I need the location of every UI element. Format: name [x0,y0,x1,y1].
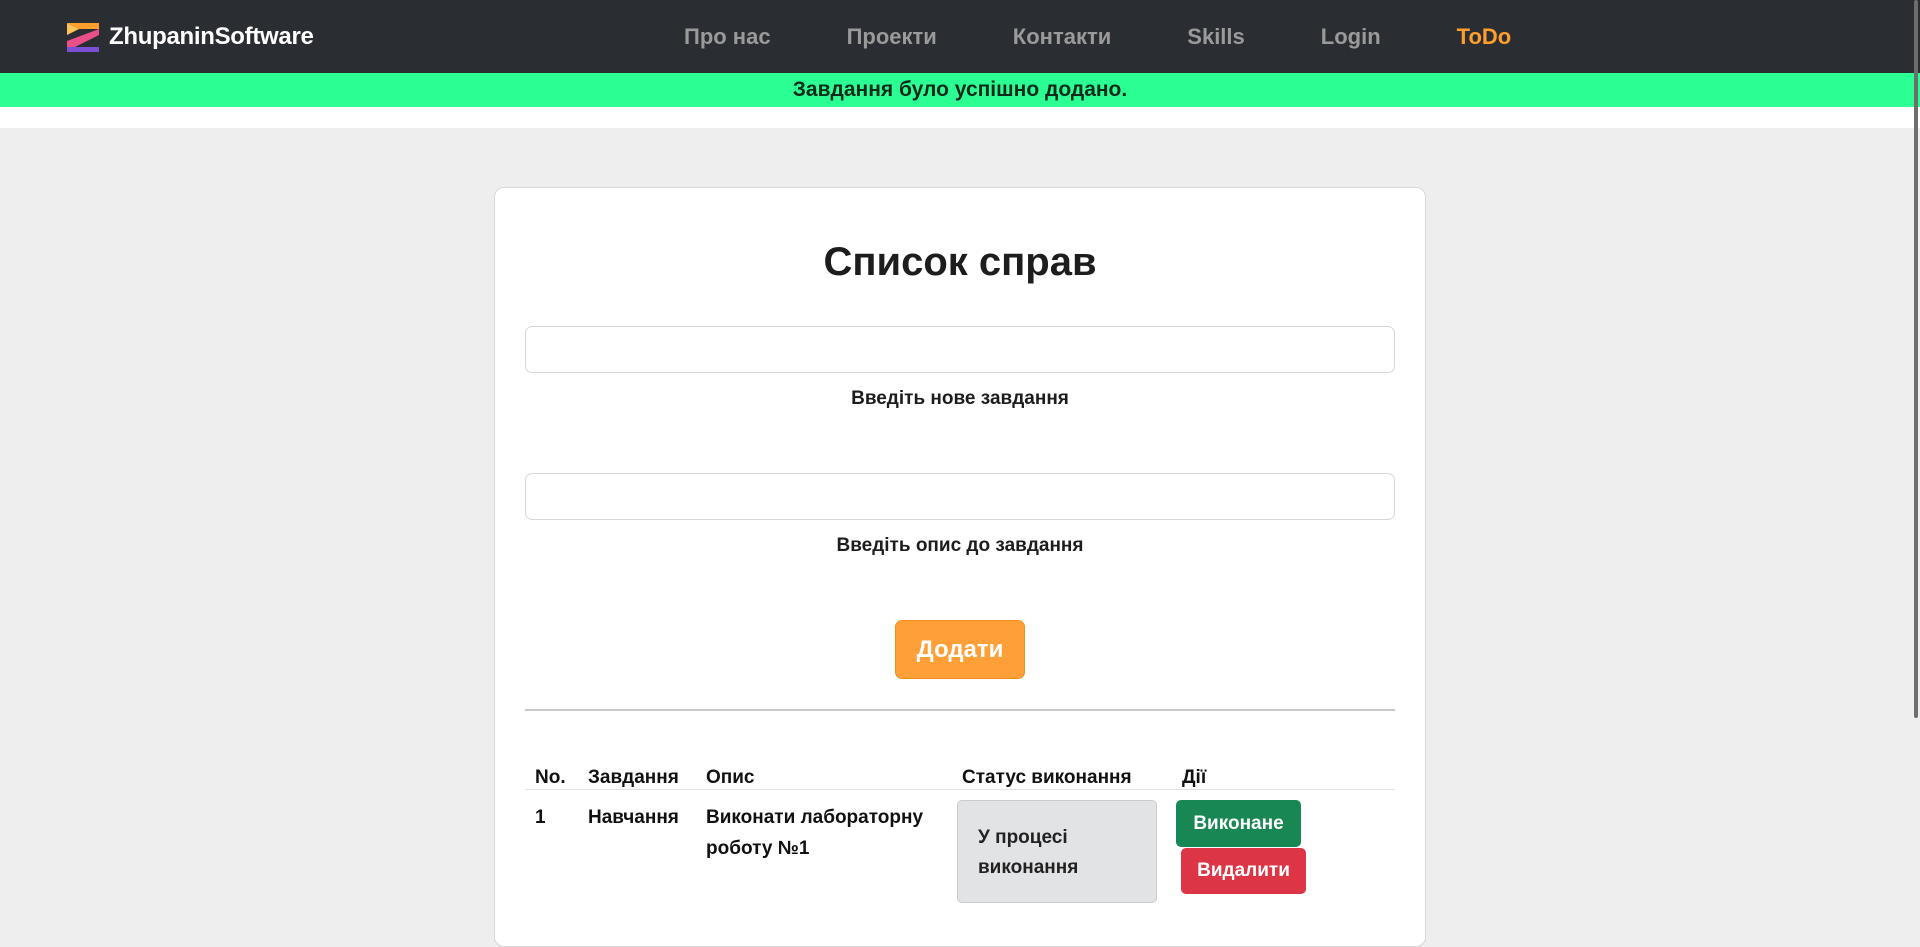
header-task: Завдання [588,767,679,788]
header-description: Опис [706,767,755,788]
row-task: Навчання [588,807,679,828]
nav-link-projects[interactable]: Проекти [847,24,937,50]
todo-table: No. Завдання Опис Статус виконання Дії 1… [525,728,1395,930]
nav-link-skills[interactable]: Skills [1187,24,1244,50]
divider [525,709,1395,711]
success-alert: Завдання було успішно додано. [0,73,1920,107]
table-header: No. Завдання Опис Статус виконання Дії [525,728,1395,790]
page-title: Список справ [823,240,1097,284]
table-row: 1 Навчання Виконати лабораторну роботу №… [525,790,1395,930]
brand-name: ZhupaninSoftware [109,23,314,50]
row-number: 1 [535,807,546,828]
add-task-button[interactable]: Додати [895,620,1025,679]
status-text: У процесі виконання [978,827,1079,878]
nav-link-contacts[interactable]: Контакти [1013,24,1111,50]
description-input-label: Введіть опис до завдання [836,535,1084,556]
header-actions: Дії [1182,767,1207,788]
delete-button[interactable]: Видалити [1181,848,1306,894]
nav-link-about[interactable]: Про нас [684,24,771,50]
header-status: Статус виконання [962,767,1132,788]
main-nav: Про нас Проекти Контакти Skills Login To… [684,22,1511,52]
nav-link-login[interactable]: Login [1321,24,1381,50]
success-alert-message: Завдання було успішно додано. [792,78,1128,101]
task-input-label: Введіть нове завдання [851,388,1069,409]
description-input[interactable] [525,473,1395,520]
navbar: ZhupaninSoftware Про нас Проекти Контакт… [0,0,1920,73]
nav-link-todo[interactable]: ToDo [1457,24,1512,50]
mark-done-button[interactable]: Виконане [1176,800,1301,847]
todo-card: Список справ Введіть нове завдання Введі… [494,187,1426,947]
row-description: Виконати лабораторну роботу №1 [706,807,924,859]
page-scrollbar[interactable] [1908,0,1920,913]
brand-logo-icon [67,23,99,52]
status-badge: У процесі виконання [957,800,1157,903]
header-number: No. [535,767,566,788]
task-input[interactable] [525,326,1395,373]
scrollbar-thumb[interactable] [1914,0,1918,718]
alert-spacer [0,107,1920,128]
brand-link[interactable]: ZhupaninSoftware [65,20,314,54]
